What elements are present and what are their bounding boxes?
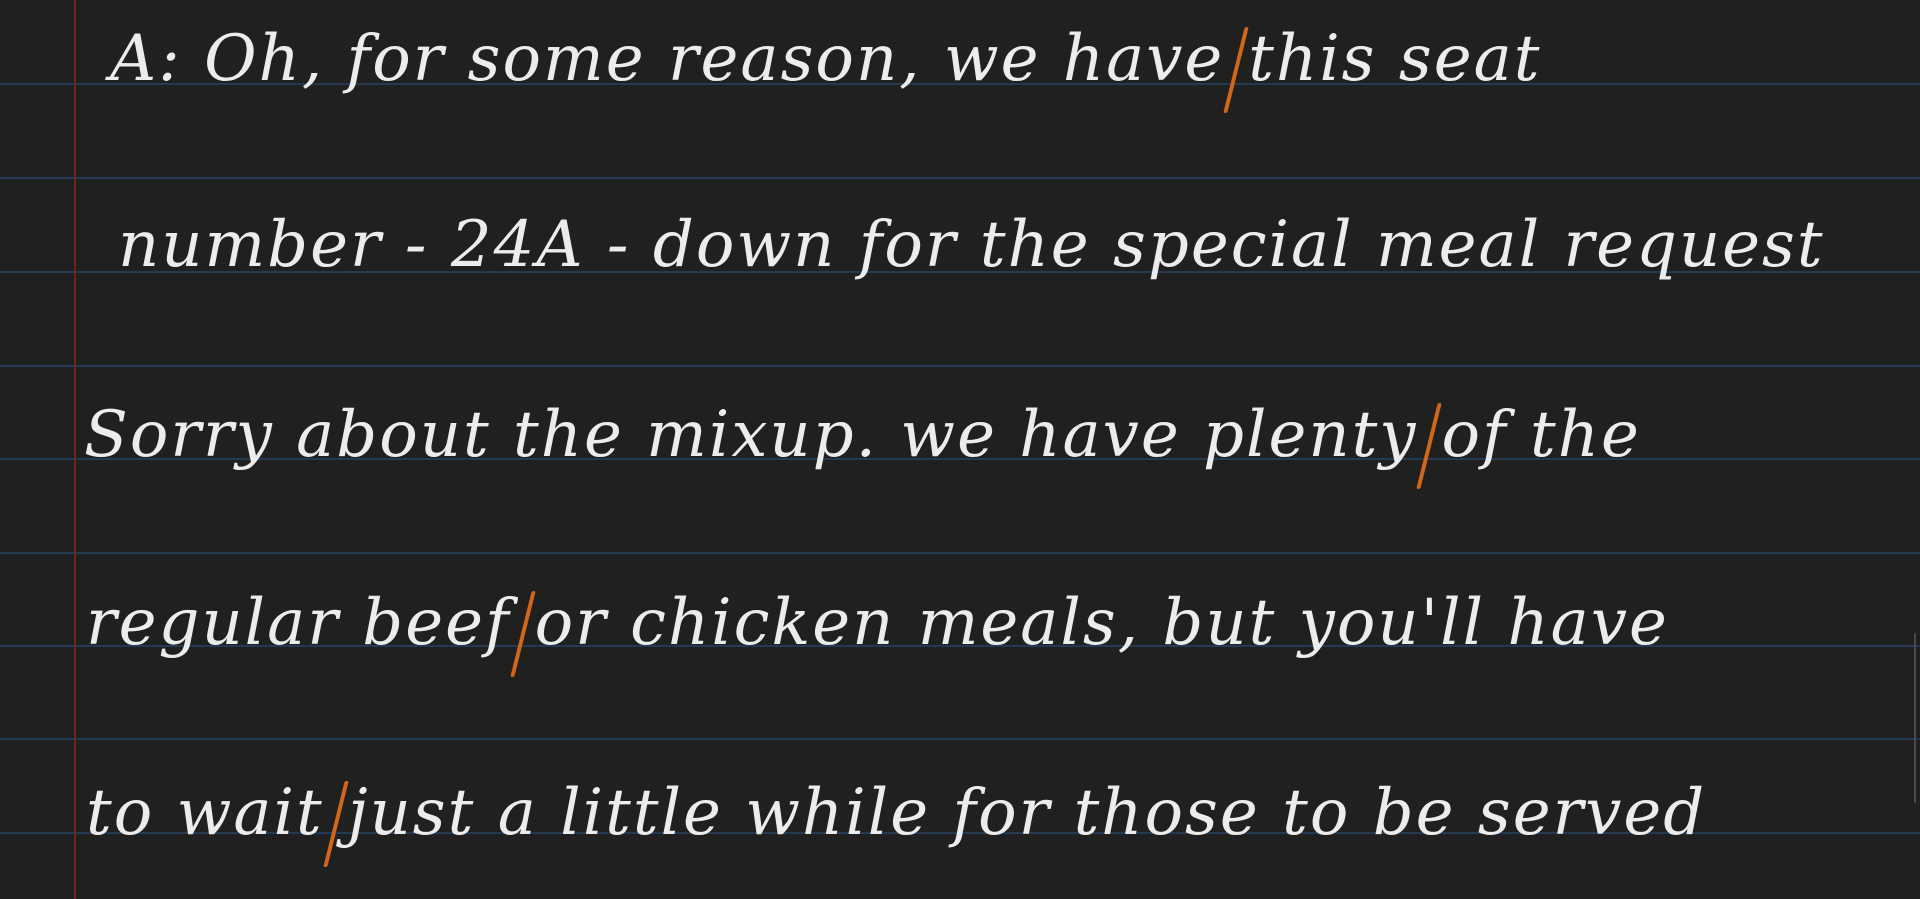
scroll-indicator[interactable]: [1914, 633, 1916, 803]
line-4-segment-2: or chicken meals, but you'll have: [534, 586, 1669, 660]
pause-mark: [322, 780, 349, 867]
handwriting-line-5: to wait just a little while for those to …: [86, 758, 1706, 868]
line-5-segment-2: just a little while for those to be serv…: [347, 776, 1707, 850]
handwriting-line-1: A: Oh, for some reason, we have this seat: [110, 4, 1541, 114]
line-5-segment-1: to wait: [86, 776, 324, 850]
handwriting-line-3: Sorry about the mixup. we have plenty of …: [84, 380, 1641, 490]
line-4-segment-1: regular beef: [86, 586, 511, 660]
ruled-line: [0, 365, 1920, 367]
line-1-segment-1: A: Oh, for some reason, we have: [110, 22, 1225, 96]
line-2-segment-1: number - 24A - down for the special meal…: [118, 208, 1825, 282]
pause-mark: [1223, 26, 1249, 113]
margin-line: [74, 0, 76, 899]
handwriting-line-2: number - 24A - down for the special meal…: [118, 190, 1825, 300]
line-3-segment-1: Sorry about the mixup. we have plenty: [84, 398, 1418, 472]
line-3-segment-2: of the: [1441, 398, 1641, 472]
line-1-segment-2: this seat: [1248, 22, 1542, 96]
ruled-line: [0, 552, 1920, 554]
ruled-line: [0, 177, 1920, 179]
notebook-page: A: Oh, for some reason, we have this seat…: [0, 0, 1920, 899]
ruled-line: [0, 738, 1920, 740]
pause-mark: [509, 590, 536, 677]
handwriting-line-4: regular beef or chicken meals, but you'll…: [86, 568, 1669, 678]
pause-mark: [1416, 402, 1443, 489]
